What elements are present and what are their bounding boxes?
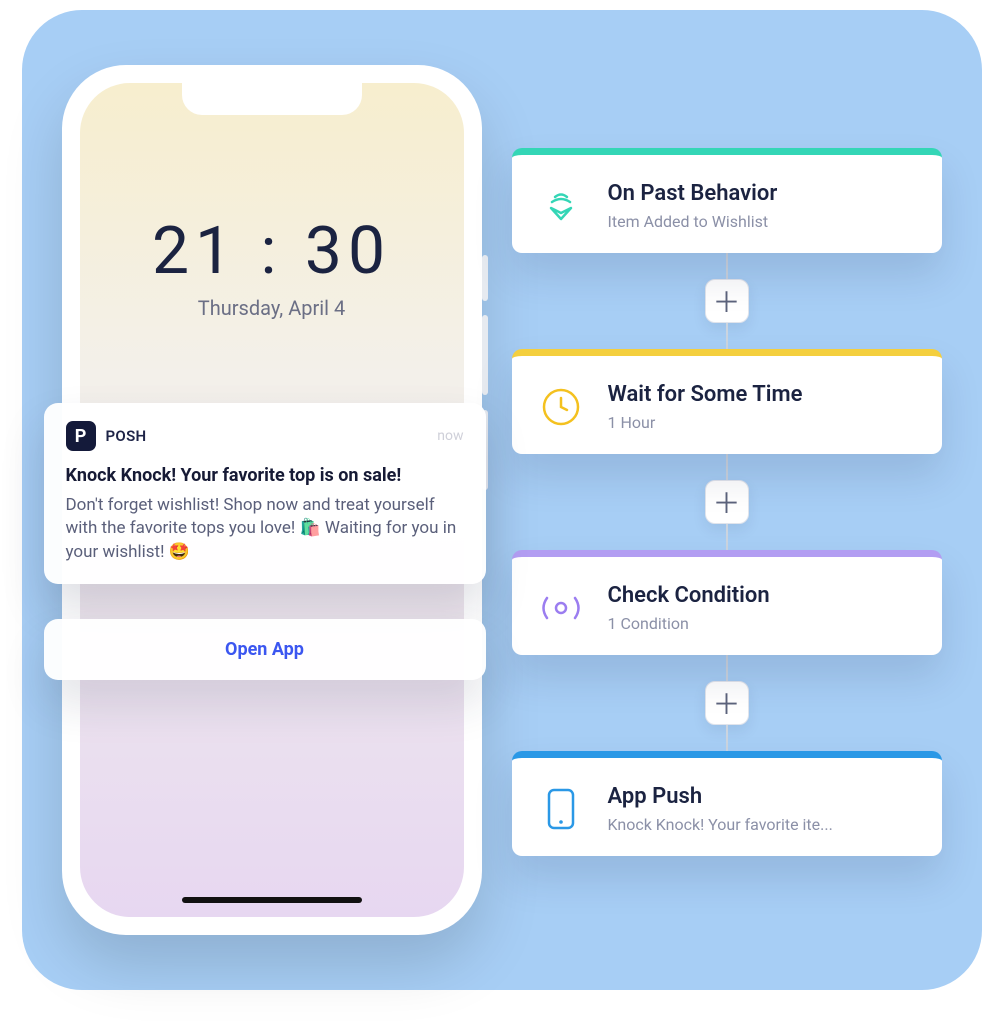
flow-step-title: Wait for Some Time — [608, 382, 803, 407]
flow-connector: ＋ — [705, 454, 749, 550]
clock-date: Thursday, April 4 — [80, 296, 464, 320]
push-notification[interactable]: P POSH now Knock Knock! Your favorite to… — [44, 403, 486, 584]
clock-time: 21 : 30 — [80, 213, 464, 290]
flow-step-condition[interactable]: Check Condition 1 Condition — [512, 550, 942, 655]
flow-step-title: On Past Behavior — [608, 181, 778, 206]
flow-step-title: App Push — [608, 784, 833, 809]
add-step-button[interactable]: ＋ — [705, 480, 749, 524]
behavior-icon — [538, 183, 584, 229]
flow-step-subtitle: 1 Hour — [608, 413, 803, 432]
notification-app-name: POSH — [106, 427, 147, 445]
add-step-button[interactable]: ＋ — [705, 681, 749, 725]
side-button-icon — [482, 255, 488, 301]
lockscreen-clock: 21 : 30 Thursday, April 4 — [80, 213, 464, 320]
connector-line-icon — [726, 253, 728, 279]
side-button-icon — [482, 315, 488, 395]
phone-column: 21 : 30 Thursday, April 4 P POSH now Kno… — [62, 65, 482, 935]
notification-title: Knock Knock! Your favorite top is on sal… — [66, 465, 464, 486]
phone-notch — [182, 83, 362, 115]
connector-line-icon — [726, 454, 728, 480]
flow-connector: ＋ — [705, 655, 749, 751]
add-step-button[interactable]: ＋ — [705, 279, 749, 323]
condition-icon — [538, 585, 584, 631]
flow-step-subtitle: 1 Condition — [608, 614, 770, 633]
notification-time: now — [437, 428, 463, 444]
phone-icon — [538, 786, 584, 832]
flow-connector: ＋ — [705, 253, 749, 349]
connector-line-icon — [726, 655, 728, 681]
home-indicator — [182, 897, 362, 903]
canvas: 21 : 30 Thursday, April 4 P POSH now Kno… — [22, 10, 982, 990]
flow-step-past-behavior[interactable]: On Past Behavior Item Added to Wishlist — [512, 148, 942, 253]
phone-frame: 21 : 30 Thursday, April 4 P POSH now Kno… — [62, 65, 482, 935]
flow-step-subtitle: Knock Knock! Your favorite ite... — [608, 815, 833, 834]
app-badge-icon: P — [66, 421, 96, 451]
flow-step-title: Check Condition — [608, 583, 770, 608]
flow-step-subtitle: Item Added to Wishlist — [608, 212, 778, 231]
flow-column: On Past Behavior Item Added to Wishlist … — [512, 144, 942, 856]
connector-line-icon — [726, 524, 728, 550]
connector-line-icon — [726, 725, 728, 751]
flow-step-app-push[interactable]: App Push Knock Knock! Your favorite ite.… — [512, 751, 942, 856]
notification-header: P POSH now — [66, 421, 464, 451]
clock-icon — [538, 384, 584, 430]
open-app-button[interactable]: Open App — [44, 619, 486, 680]
open-app-label: Open App — [225, 639, 304, 660]
connector-line-icon — [726, 323, 728, 349]
notification-body: Don't forget wishlist! Shop now and trea… — [66, 494, 464, 564]
flow-step-wait[interactable]: Wait for Some Time 1 Hour — [512, 349, 942, 454]
